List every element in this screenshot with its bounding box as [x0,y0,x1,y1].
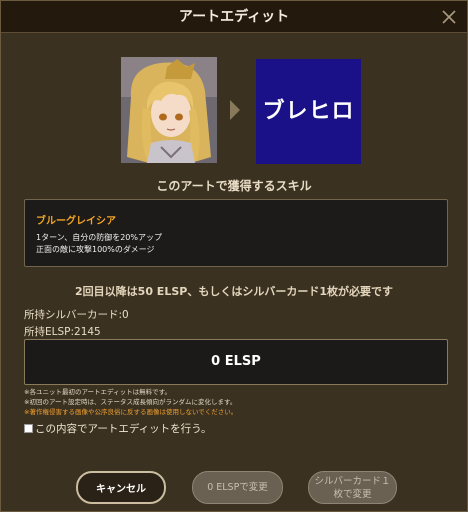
title-bar: アートエディット [1,1,467,33]
art-preview: ブレヒロ [256,59,361,164]
change-with-elsp-button[interactable]: 0 ELSPで変更 [192,471,283,504]
cost-display: 0 ELSP [24,339,448,385]
art-preview-text: ブレヒロ [262,99,355,124]
dialog-title: アートエディット [178,9,290,25]
note-random-growth: ※初回のアート設定時は、ステータス成長傾向がランダムに変化します。 [24,398,237,406]
elsp-balance: 所持ELSP:2145 [24,326,101,338]
skill-heading: このアートで獲得するスキル [156,179,312,193]
silver-card-count: 所持シルバーカード:0 [24,309,129,321]
silver-button-line-1: シルバーカード１ [314,475,391,487]
arrow-right-icon [229,99,241,121]
cost-requirement-text: 2回目以降は50 ELSP、もしくはシルバーカード1枚が必要です [75,285,393,298]
silver-button-line-2: 枚で変更 [333,488,372,500]
close-icon[interactable] [439,7,459,27]
art-edit-dialog: アートエディット ブレヒロ このアートで獲得するスキル ブルーグレイシア 1ター… [0,0,468,512]
note-copyright-warning: ※著作権侵害する画像や公序良俗に反する画像は使用しないでください。 [24,408,238,416]
confirm-label: この内容でアートエディットを行う。 [35,422,212,435]
note-free-first: ※各ユニット最初のアートエディットは無料です。 [24,388,171,396]
confirm-checkbox[interactable] [24,423,33,433]
skill-description: 1ターン、自分の防御を20%アップ 正面の敵に攻撃100%のダメージ [36,232,162,256]
skill-desc-line-1: 1ターン、自分の防御を20%アップ [36,233,162,242]
character-portrait [121,57,217,163]
cancel-button[interactable]: キャンセル [76,471,166,504]
cost-value: 0 ELSP [211,354,261,369]
skill-panel: ブルーグレイシア 1ターン、自分の防御を20%アップ 正面の敵に攻撃100%のダ… [24,199,448,267]
confirm-checkbox-row[interactable]: この内容でアートエディットを行う。 [24,421,212,435]
change-with-silver-card-button[interactable]: シルバーカード１ 枚で変更 [308,471,397,504]
skill-desc-line-2: 正面の敵に攻撃100%のダメージ [36,245,155,254]
skill-name: ブルーグレイシア [36,216,116,227]
